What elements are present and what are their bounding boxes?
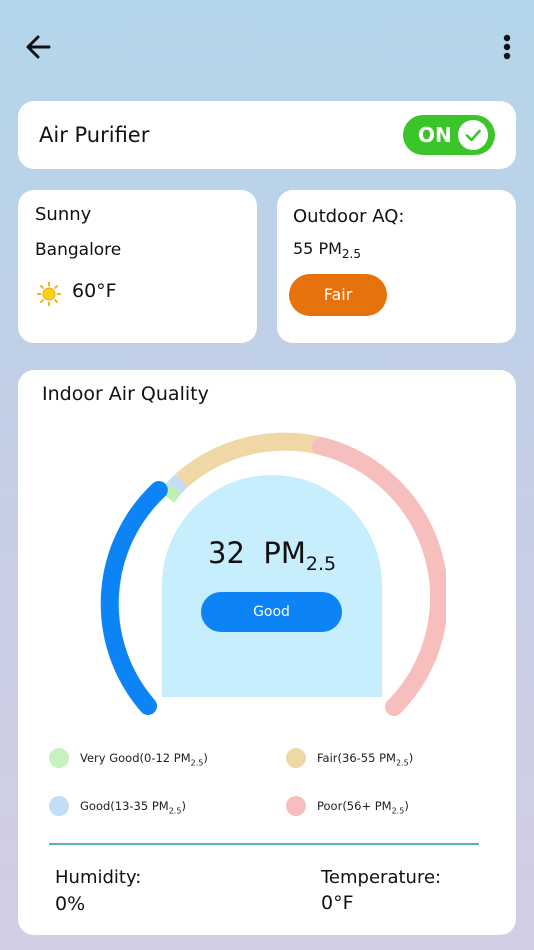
toggle-label: ON [418, 123, 452, 147]
legend-subscript: 2.5 [190, 758, 204, 768]
more-menu-button[interactable] [494, 32, 518, 64]
outdoor-aq-subscript: 2.5 [341, 247, 361, 262]
arrow-left-icon [26, 35, 51, 59]
legend-suffix: ) [408, 751, 414, 765]
gauge-arc-fair [175, 432, 324, 488]
outdoor-aq-number: 55 PM [293, 239, 342, 258]
legend-good: Good(13-35 PM2.5) [80, 799, 186, 815]
outdoor-aq-title: Outdoor AQ: [293, 206, 405, 227]
more-vertical-icon [503, 34, 511, 60]
indoor-aq-reading: 32 PM2.5 [208, 536, 336, 575]
legend-label: Very Good(0-12 PM [80, 751, 191, 765]
legend-label: Good(13-35 PM [80, 799, 169, 813]
indoor-aq-title: Indoor Air Quality [42, 383, 209, 405]
legend-subscript: 2.5 [395, 758, 409, 768]
legend-suffix: ) [203, 751, 208, 765]
legend-fair: Fair(36-55 PM2.5) [317, 751, 413, 767]
legend-very-good: Very Good(0-12 PM2.5) [80, 751, 208, 767]
humidity-value: 0% [55, 893, 86, 915]
legend-dot-poor [286, 796, 306, 816]
gauge-arc-active [100, 481, 168, 715]
gauge-arc-very-good [159, 482, 182, 503]
fair-status-button[interactable]: Fair [289, 274, 387, 316]
gauge-inner-fill [162, 475, 382, 697]
outdoor-aq-value: 55 PM2.5 [293, 239, 361, 261]
weather-city: Bangalore [35, 240, 122, 260]
indoor-aq-subscript: 2.5 [305, 552, 337, 575]
stats-divider [49, 843, 479, 845]
good-status-button[interactable]: Good [201, 592, 342, 632]
gauge-arc-good [167, 474, 188, 495]
legend-suffix: ) [404, 799, 409, 813]
temperature-value: 0°F [321, 892, 354, 914]
weather-condition: Sunny [35, 204, 92, 225]
air-purifier-title: Air Purifier [39, 123, 150, 147]
legend-subscript: 2.5 [168, 806, 182, 816]
toggle-knob [458, 120, 488, 150]
legend-dot-very-good [49, 748, 69, 768]
air-purifier-card: Air Purifier ON [18, 101, 516, 169]
legend-dot-good [49, 796, 69, 816]
legend-suffix: ) [181, 799, 186, 813]
back-button[interactable] [22, 32, 54, 64]
legend-poor: Poor(56+ PM2.5) [317, 799, 409, 815]
legend-label: Fair(36-55 PM [317, 751, 396, 765]
weather-temperature: 60°F [72, 280, 117, 302]
power-toggle[interactable]: ON [403, 115, 495, 155]
sun-icon [37, 282, 61, 306]
outdoor-aq-card: Outdoor AQ: 55 PM2.5 Fair [277, 190, 516, 343]
temperature-label: Temperature: [321, 867, 442, 888]
weather-card: Sunny Bangalore 60°F [18, 190, 257, 343]
check-icon [465, 129, 481, 142]
humidity-label: Humidity: [55, 867, 142, 888]
aq-gauge [100, 432, 446, 716]
legend-dot-fair [286, 748, 306, 768]
legend-subscript: 2.5 [391, 806, 405, 816]
indoor-aq-number: 32 [208, 536, 245, 570]
legend-label: Poor(56+ PM [317, 799, 392, 813]
indoor-aq-unit: PM [263, 536, 306, 570]
